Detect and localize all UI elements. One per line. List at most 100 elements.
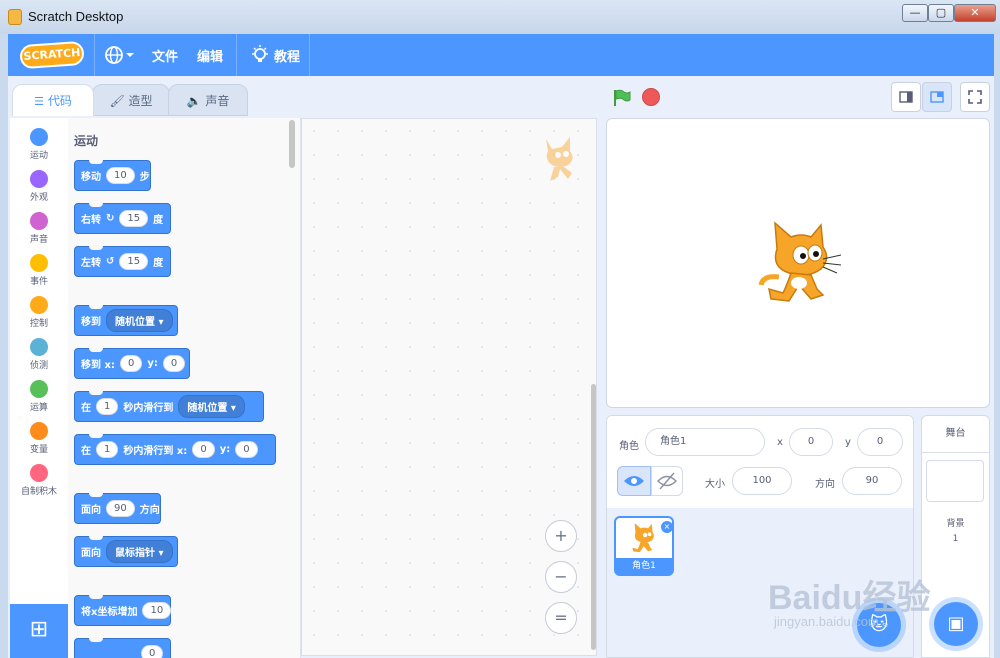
maximize-button[interactable]: ▢ bbox=[928, 4, 954, 22]
stage-canvas[interactable] bbox=[606, 118, 990, 408]
block-point-towards[interactable]: 面向 鼠标指针 ▾ bbox=[74, 536, 178, 567]
category-item[interactable]: 控制 bbox=[10, 290, 68, 332]
category-label: 自制积木 bbox=[20, 487, 57, 497]
fullscreen-button[interactable] bbox=[960, 82, 990, 112]
block-text: 度 bbox=[153, 258, 164, 269]
set-x-input[interactable]: 0 bbox=[141, 645, 164, 658]
small-stage-button[interactable] bbox=[891, 82, 921, 112]
add-extension-button[interactable]: ⊞ bbox=[10, 604, 68, 658]
zoom-reset-icon: = bbox=[554, 608, 568, 627]
y-position-input[interactable]: 0 bbox=[857, 428, 903, 456]
zoom-reset-button[interactable]: = bbox=[545, 602, 577, 634]
block-goto[interactable]: 移到 随机位置 ▾ bbox=[74, 305, 178, 336]
degrees-input[interactable]: 15 bbox=[119, 210, 149, 227]
glide-target-dropdown[interactable]: 随机位置 ▾ bbox=[178, 395, 245, 418]
show-sprite-button[interactable] bbox=[617, 466, 651, 496]
zoom-in-button[interactable]: + bbox=[545, 520, 577, 552]
category-item[interactable]: 事件 bbox=[10, 248, 68, 290]
category-item[interactable]: 运动 bbox=[10, 122, 68, 164]
block-glide-xy[interactable]: 在 1 秒内滑行到 x: 0 y: 0 bbox=[74, 434, 276, 465]
block-turn-right[interactable]: 右转 ↻ 15 度 bbox=[74, 203, 171, 234]
block-glide-to[interactable]: 在 1 秒内滑行到 随机位置 ▾ bbox=[74, 391, 264, 422]
y-input[interactable]: 0 bbox=[162, 355, 186, 372]
window-title: Scratch Desktop bbox=[28, 9, 124, 24]
category-item[interactable]: 自制积木 bbox=[10, 458, 68, 500]
sprite-thumbnail[interactable]: × 角色1 bbox=[614, 516, 674, 576]
goto-target-dropdown[interactable]: 随机位置 ▾ bbox=[106, 309, 173, 332]
eye-icon bbox=[624, 476, 644, 486]
minimize-button[interactable]: — bbox=[902, 4, 928, 22]
backdrops-label: 背景 bbox=[946, 519, 965, 529]
green-flag-icon[interactable] bbox=[613, 89, 631, 107]
delete-sprite-icon[interactable]: × bbox=[661, 521, 673, 533]
y-input[interactable]: 0 bbox=[235, 441, 258, 458]
category-item[interactable]: 声音 bbox=[10, 206, 68, 248]
block-text: y: bbox=[147, 358, 158, 369]
stop-icon[interactable] bbox=[642, 88, 660, 106]
direction-input[interactable]: 90 bbox=[842, 467, 902, 495]
category-item[interactable]: 侦测 bbox=[10, 332, 68, 374]
normal-stage-button[interactable] bbox=[922, 82, 952, 112]
tab-code[interactable]: ☰ 代码 bbox=[12, 84, 94, 116]
hide-sprite-button[interactable] bbox=[651, 466, 683, 496]
block-change-x[interactable]: 将x坐标增加 10 bbox=[74, 595, 172, 626]
tab-costumes[interactable]: 🖌 造型 bbox=[92, 84, 170, 116]
dropdown-value: 随机位置 bbox=[187, 403, 228, 414]
block-turn-left[interactable]: 左转 ↺ 15 度 bbox=[74, 246, 171, 277]
size-input[interactable]: 100 bbox=[732, 467, 792, 495]
category-heading: 运动 bbox=[74, 134, 99, 148]
block-goto-xy[interactable]: 移到 x: 0 y: 0 bbox=[74, 348, 190, 379]
category-dot-icon bbox=[30, 296, 48, 314]
direction-input[interactable]: 90 bbox=[106, 500, 135, 517]
x-position-input[interactable]: 0 bbox=[789, 428, 833, 456]
category-label: 运算 bbox=[29, 403, 48, 413]
close-button[interactable]: ✕ bbox=[954, 4, 996, 22]
block-set-x[interactable]: 0 bbox=[74, 638, 171, 658]
x-input[interactable]: 0 bbox=[119, 355, 143, 372]
steps-input[interactable]: 10 bbox=[106, 167, 135, 184]
category-label: 事件 bbox=[29, 277, 48, 287]
category-label: 声音 bbox=[29, 235, 48, 245]
category-dot-icon bbox=[30, 254, 48, 272]
block-palette: 运动 移动 10 步 右转 ↻ 15 度 左转 ↺ 15 度 移到 随机位置 ▾… bbox=[68, 118, 301, 658]
zoom-out-icon: − bbox=[554, 567, 568, 586]
cat-sprite-icon[interactable] bbox=[757, 219, 843, 307]
degrees-input[interactable]: 15 bbox=[119, 253, 149, 270]
edit-menu[interactable]: 编辑 bbox=[197, 46, 223, 65]
eye-off-icon bbox=[657, 472, 677, 490]
seconds-input[interactable]: 1 bbox=[96, 441, 119, 458]
block-point-direction[interactable]: 面向 90 方向 bbox=[74, 493, 161, 524]
block-text: 将x坐标增加 bbox=[81, 607, 138, 618]
category-dot-icon bbox=[30, 128, 48, 146]
change-x-input[interactable]: 10 bbox=[142, 602, 172, 619]
backdrop-thumbnail[interactable] bbox=[926, 460, 984, 502]
code-icon: ☰ bbox=[34, 95, 45, 108]
category-item[interactable]: 外观 bbox=[10, 164, 68, 206]
add-backdrop-button[interactable]: ▣ bbox=[934, 602, 978, 646]
script-scrollbar[interactable] bbox=[591, 384, 596, 650]
language-menu[interactable] bbox=[104, 44, 136, 70]
block-text: 步 bbox=[139, 172, 150, 183]
block-text: 方向 bbox=[139, 505, 160, 516]
fullscreen-icon bbox=[968, 90, 982, 104]
zoom-out-button[interactable]: − bbox=[545, 561, 577, 593]
category-item[interactable]: 变量 bbox=[10, 416, 68, 458]
small-stage-icon bbox=[899, 91, 913, 103]
globe-icon bbox=[105, 46, 134, 64]
file-menu[interactable]: 文件 bbox=[152, 46, 178, 65]
brush-icon: 🖌 bbox=[109, 94, 125, 108]
rotate-right-icon: ↻ bbox=[106, 213, 115, 224]
tab-sounds[interactable]: 🔈 声音 bbox=[168, 84, 248, 116]
block-move-steps[interactable]: 移动 10 步 bbox=[74, 160, 151, 191]
tab-code-label: 代码 bbox=[47, 94, 72, 108]
block-text: 面向 bbox=[81, 548, 101, 559]
image-add-icon: ▣ bbox=[947, 613, 965, 634]
tutorials-menu[interactable]: 教程 bbox=[274, 46, 300, 65]
sprite-name-input[interactable]: 角色1 bbox=[645, 428, 765, 456]
x-input[interactable]: 0 bbox=[192, 441, 215, 458]
point-target-dropdown[interactable]: 鼠标指针 ▾ bbox=[106, 540, 173, 563]
scratch-logo[interactable]: SCRATCH bbox=[19, 40, 85, 70]
seconds-input[interactable]: 1 bbox=[96, 398, 119, 415]
palette-scrollbar[interactable] bbox=[289, 120, 295, 168]
category-item[interactable]: 运算 bbox=[10, 374, 68, 416]
